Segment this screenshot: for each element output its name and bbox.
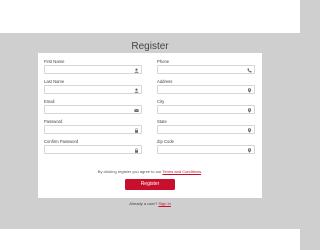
user-icon [134,88,139,93]
email-field: Email [44,99,142,117]
password-label: Password [44,119,63,124]
terms-text: By clicking register you agree to our [97,169,163,174]
last-name-label: Last Name [44,79,65,84]
lock-icon [135,127,138,133]
sign-in-link[interactable]: Sign In [158,201,170,206]
password-field: Password [44,119,142,137]
phone-input[interactable] [157,65,255,74]
city-field: City [157,99,255,117]
zip-code-input[interactable] [157,145,255,154]
lock-icon [135,147,138,153]
address-input[interactable] [157,85,255,94]
city-input[interactable] [157,105,255,114]
location-pin-icon [247,127,252,133]
address-label: Address [157,79,173,84]
address-field: Address [157,79,255,97]
password-input[interactable] [44,125,142,134]
zip-code-field: Zip Code [157,139,255,157]
first-name-field: First Name [44,59,142,77]
first-name-label: First Name [44,59,65,64]
first-name-input[interactable] [44,65,142,74]
bottom-bar [0,229,300,250]
phone-field: Phone [157,59,255,77]
phone-icon [247,68,252,72]
terms-link[interactable]: Terms and Conditions [162,169,201,174]
state-field: State [157,119,255,137]
confirm-password-field: Confirm Password [44,139,142,157]
register-form: First Name Last Name Email Password Conf… [38,53,262,198]
email-input[interactable] [44,105,142,114]
sign-in-text: Already a user? [129,201,159,206]
state-input[interactable] [157,125,255,134]
location-pin-icon [247,87,252,93]
sign-in-prompt: Already a user? Sign In [0,201,300,206]
page-title: Register [131,41,169,52]
last-name-input[interactable] [44,85,142,94]
top-bar [0,0,300,33]
confirm-password-input[interactable] [44,145,142,154]
state-label: State [157,119,167,124]
location-pin-icon [247,147,252,153]
zip-code-label: Zip Code [157,139,174,144]
last-name-field: Last Name [44,79,142,97]
email-label: Email [44,99,55,104]
terms-suffix: . [201,169,203,174]
terms-notice: By clicking register you agree to our Te… [38,169,262,174]
register-button[interactable]: Register [125,179,175,190]
phone-label: Phone [157,59,170,64]
user-icon [134,68,139,73]
email-icon [134,108,139,112]
confirm-password-label: Confirm Password [44,139,79,144]
location-pin-icon [247,107,252,113]
city-label: City [157,99,165,104]
